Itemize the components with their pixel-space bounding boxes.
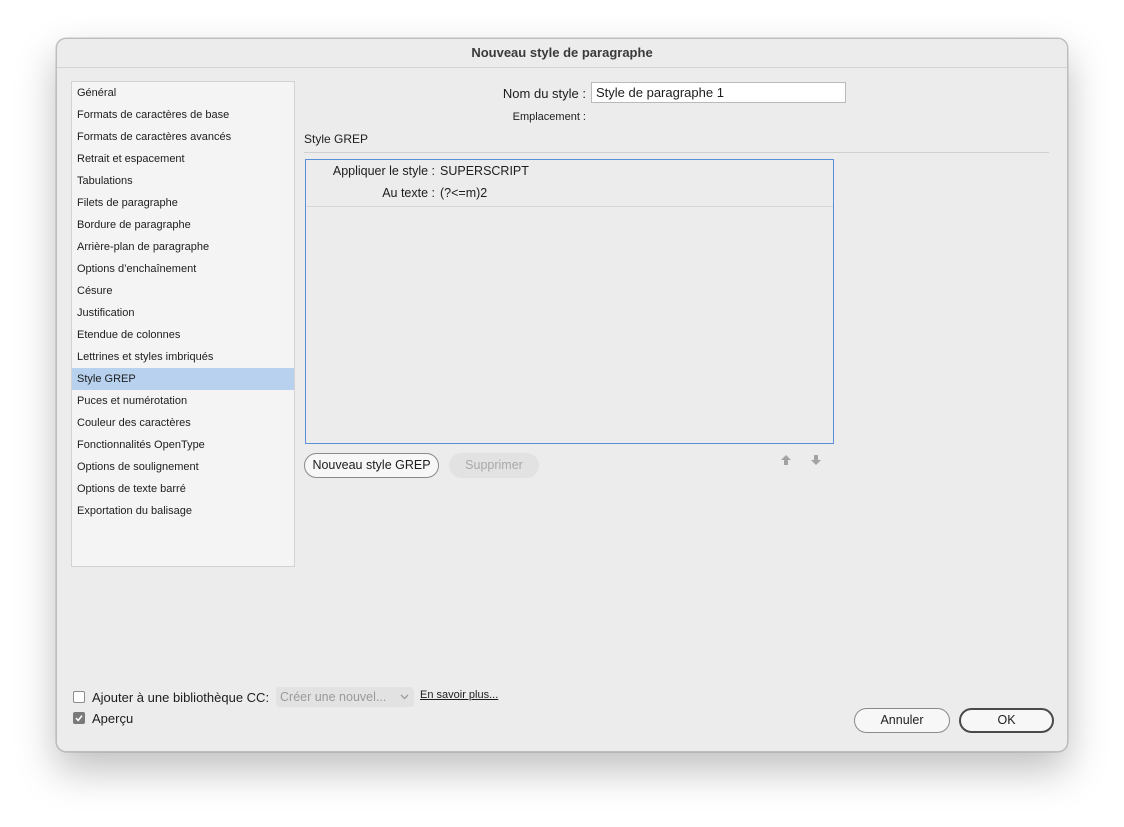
- preview-checkbox[interactable]: [73, 712, 85, 724]
- section-divider: [304, 152, 1049, 153]
- sidebar-item[interactable]: Arrière-plan de paragraphe: [72, 236, 294, 258]
- apply-style-value[interactable]: SUPERSCRIPT: [440, 164, 529, 178]
- style-name-label: Nom du style :: [502, 86, 586, 101]
- section-title: Style GREP: [304, 132, 369, 146]
- sidebar-item[interactable]: Césure: [72, 280, 294, 302]
- cc-library-row: Ajouter à une bibliothèque CC:: [73, 688, 269, 706]
- location-label: Emplacement :: [512, 111, 586, 123]
- sidebar-item[interactable]: Options de texte barré: [72, 478, 294, 500]
- sidebar-item[interactable]: Justification: [72, 302, 294, 324]
- sidebar-item[interactable]: Options de soulignement: [72, 456, 294, 478]
- preview-row: Aperçu: [73, 709, 133, 727]
- sidebar-item[interactable]: Puces et numérotation: [72, 390, 294, 412]
- cc-library-select[interactable]: Créer une nouvel...: [276, 687, 414, 707]
- grep-rule-row[interactable]: Appliquer le style : SUPERSCRIPT Au text…: [306, 160, 833, 207]
- sidebar-item[interactable]: Filets de paragraphe: [72, 192, 294, 214]
- sidebar-item[interactable]: Exportation du balisage: [72, 500, 294, 522]
- dialog-title: Nouveau style de paragraphe: [57, 39, 1067, 68]
- ok-button[interactable]: OK: [959, 708, 1054, 733]
- preview-label: Aperçu: [92, 710, 134, 726]
- dialog-window: Nouveau style de paragraphe Général Forma…: [56, 38, 1068, 752]
- sidebar-item[interactable]: Style GREP: [72, 368, 294, 390]
- sidebar-item[interactable]: Bordure de paragraphe: [72, 214, 294, 236]
- to-text-label: Au texte :: [382, 186, 435, 200]
- cc-library-checkbox[interactable]: [73, 691, 85, 703]
- cc-library-select-value: Créer une nouvel...: [280, 690, 387, 704]
- arrow-down-icon[interactable]: [809, 454, 823, 470]
- apply-style-label: Appliquer le style :: [332, 164, 435, 178]
- grep-rules-list[interactable]: Appliquer le style : SUPERSCRIPT Au text…: [305, 159, 834, 444]
- cancel-button[interactable]: Annuler: [854, 708, 950, 733]
- style-name-input[interactable]: [591, 82, 846, 103]
- sidebar-item[interactable]: Retrait et espacement: [72, 148, 294, 170]
- chevron-down-icon: [400, 687, 409, 715]
- sidebar-item[interactable]: Général: [72, 82, 294, 104]
- sidebar-item[interactable]: Formats de caractères avancés: [72, 126, 294, 148]
- cc-library-label: Ajouter à une bibliothèque CC:: [92, 689, 270, 705]
- delete-button[interactable]: Supprimer: [449, 453, 539, 478]
- sidebar-item[interactable]: Etendue de colonnes: [72, 324, 294, 346]
- to-text-value[interactable]: (?<=m)2: [440, 186, 487, 200]
- learn-more-link[interactable]: En savoir plus...: [420, 689, 498, 701]
- sidebar-item[interactable]: Tabulations: [72, 170, 294, 192]
- arrow-up-icon[interactable]: [779, 454, 793, 470]
- new-grep-style-button[interactable]: Nouveau style GREP: [304, 453, 439, 478]
- sidebar-item[interactable]: Couleur des caractères: [72, 412, 294, 434]
- sidebar-item[interactable]: Lettrines et styles imbriqués: [72, 346, 294, 368]
- sidebar-item[interactable]: Fonctionnalités OpenType: [72, 434, 294, 456]
- sidebar-item[interactable]: Options d’enchaînement: [72, 258, 294, 280]
- category-sidebar: Général Formats de caractères de base Form…: [71, 81, 295, 567]
- sidebar-item[interactable]: Formats de caractères de base: [72, 104, 294, 126]
